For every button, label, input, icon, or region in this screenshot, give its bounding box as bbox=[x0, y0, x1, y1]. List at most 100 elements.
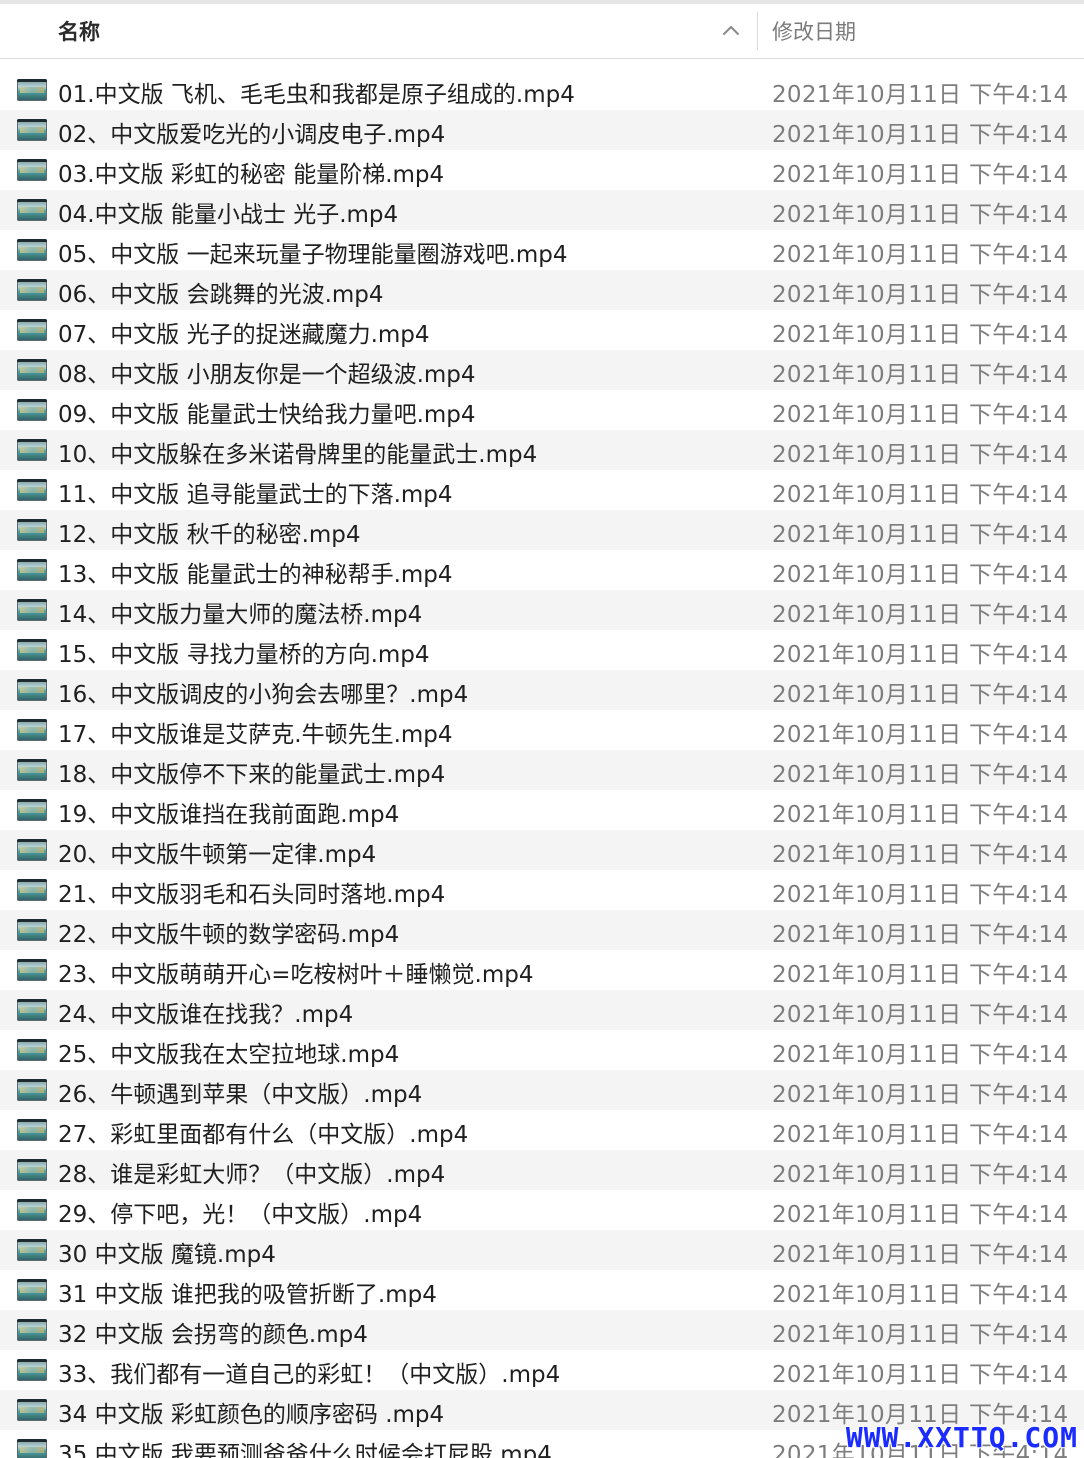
file-name: 28、谁是彩虹大师？（中文版）.mp4 bbox=[58, 1162, 446, 1188]
video-thumbnail-icon bbox=[17, 319, 47, 341]
file-list: 01.中文版 飞机、毛毛虫和我都是原子组成的.mp4 2021年10月11日 下午… bbox=[0, 70, 1084, 1458]
video-thumbnail-icon bbox=[17, 679, 47, 701]
file-row[interactable]: 16、中文版调皮的小狗会去哪里？.mp4 2021年10月11日 下午4:14 bbox=[0, 670, 1084, 710]
file-name: 10、中文版躲在多米诺骨牌里的能量武士.mp4 bbox=[58, 442, 538, 468]
file-name: 07、中文版 光子的捉迷藏魔力.mp4 bbox=[58, 322, 430, 348]
video-thumbnail-icon bbox=[17, 879, 47, 901]
file-date-modified: 2021年10月11日 下午4:14 bbox=[772, 802, 1069, 828]
video-thumbnail-icon bbox=[17, 799, 47, 821]
file-date-modified: 2021年10月11日 下午4:14 bbox=[772, 1362, 1069, 1388]
file-name: 34 中文版 彩虹颜色的顺序密码 .mp4 bbox=[58, 1402, 445, 1428]
video-thumbnail-icon bbox=[17, 639, 47, 661]
file-name: 35 中文版 我要预测爸爸什么时候会打屁股.mp4 bbox=[58, 1442, 552, 1458]
file-row[interactable]: 29、停下吧，光！（中文版）.mp4 2021年10月11日 下午4:14 bbox=[0, 1190, 1084, 1230]
file-name: 31 中文版 谁把我的吸管折断了.mp4 bbox=[58, 1282, 437, 1308]
file-date-modified: 2021年10月11日 下午4:14 bbox=[772, 242, 1069, 268]
video-thumbnail-icon bbox=[17, 1439, 47, 1458]
column-divider[interactable] bbox=[757, 12, 758, 50]
file-row[interactable]: 04.中文版 能量小战士 光子.mp4 2021年10月11日 下午4:14 bbox=[0, 190, 1084, 230]
file-name: 09、中文版 能量武士快给我力量吧.mp4 bbox=[58, 402, 476, 428]
file-row[interactable]: 28、谁是彩虹大师？（中文版）.mp4 2021年10月11日 下午4:14 bbox=[0, 1150, 1084, 1190]
video-thumbnail-icon bbox=[17, 959, 47, 981]
video-thumbnail-icon bbox=[17, 1279, 47, 1301]
file-row[interactable]: 22、中文版牛顿的数学密码.mp4 2021年10月11日 下午4:14 bbox=[0, 910, 1084, 950]
file-name: 05、中文版 一起来玩量子物理能量圈游戏吧.mp4 bbox=[58, 242, 568, 268]
video-thumbnail-icon bbox=[17, 559, 47, 581]
file-row[interactable]: 14、中文版力量大师的魔法桥.mp4 2021年10月11日 下午4:14 bbox=[0, 590, 1084, 630]
video-thumbnail-icon bbox=[17, 519, 47, 541]
file-row[interactable]: 13、中文版 能量武士的神秘帮手.mp4 2021年10月11日 下午4:14 bbox=[0, 550, 1084, 590]
file-date-modified: 2021年10月11日 下午4:14 bbox=[772, 202, 1069, 228]
video-thumbnail-icon bbox=[17, 119, 47, 141]
file-date-modified: 2021年10月11日 下午4:14 bbox=[772, 1322, 1069, 1348]
file-row[interactable]: 20、中文版牛顿第一定律.mp4 2021年10月11日 下午4:14 bbox=[0, 830, 1084, 870]
file-date-modified: 2021年10月11日 下午4:14 bbox=[772, 1122, 1069, 1148]
file-name: 15、中文版 寻找力量桥的方向.mp4 bbox=[58, 642, 430, 668]
file-date-modified: 2021年10月11日 下午4:14 bbox=[772, 322, 1069, 348]
video-thumbnail-icon bbox=[17, 999, 47, 1021]
file-date-modified: 2021年10月11日 下午4:14 bbox=[772, 1042, 1069, 1068]
file-date-modified: 2021年10月11日 下午4:14 bbox=[772, 762, 1069, 788]
file-row[interactable]: 09、中文版 能量武士快给我力量吧.mp4 2021年10月11日 下午4:14 bbox=[0, 390, 1084, 430]
file-row[interactable]: 15、中文版 寻找力量桥的方向.mp4 2021年10月11日 下午4:14 bbox=[0, 630, 1084, 670]
video-thumbnail-icon bbox=[17, 1399, 47, 1421]
file-row[interactable]: 10、中文版躲在多米诺骨牌里的能量武士.mp4 2021年10月11日 下午4:1… bbox=[0, 430, 1084, 470]
video-thumbnail-icon bbox=[17, 79, 47, 101]
video-thumbnail-icon bbox=[17, 159, 47, 181]
file-date-modified: 2021年10月11日 下午4:14 bbox=[772, 402, 1069, 428]
video-thumbnail-icon bbox=[17, 199, 47, 221]
file-name: 08、中文版 小朋友你是一个超级波.mp4 bbox=[58, 362, 476, 388]
file-row[interactable]: 07、中文版 光子的捉迷藏魔力.mp4 2021年10月11日 下午4:14 bbox=[0, 310, 1084, 350]
file-row[interactable]: 12、中文版 秋千的秘密.mp4 2021年10月11日 下午4:14 bbox=[0, 510, 1084, 550]
video-thumbnail-icon bbox=[17, 1239, 47, 1261]
file-row[interactable]: 26、牛顿遇到苹果（中文版）.mp4 2021年10月11日 下午4:14 bbox=[0, 1070, 1084, 1110]
file-row[interactable]: 03.中文版 彩虹的秘密 能量阶梯.mp4 2021年10月11日 下午4:14 bbox=[0, 150, 1084, 190]
video-thumbnail-icon bbox=[17, 1359, 47, 1381]
file-name: 18、中文版停不下来的能量武士.mp4 bbox=[58, 762, 446, 788]
chevron-up-icon[interactable] bbox=[720, 20, 742, 42]
file-row[interactable]: 24、中文版谁在找我？.mp4 2021年10月11日 下午4:14 bbox=[0, 990, 1084, 1030]
file-name: 14、中文版力量大师的魔法桥.mp4 bbox=[58, 602, 423, 628]
file-name: 03.中文版 彩虹的秘密 能量阶梯.mp4 bbox=[58, 162, 445, 188]
file-name: 24、中文版谁在找我？.mp4 bbox=[58, 1002, 354, 1028]
file-row[interactable]: 33、我们都有一道自己的彩虹！（中文版）.mp4 2021年10月11日 下午4:… bbox=[0, 1350, 1084, 1390]
video-thumbnail-icon bbox=[17, 359, 47, 381]
name-column-header[interactable]: 名称 bbox=[58, 16, 100, 46]
file-row[interactable]: 05、中文版 一起来玩量子物理能量圈游戏吧.mp4 2021年10月11日 下午4… bbox=[0, 230, 1084, 270]
file-name: 33、我们都有一道自己的彩虹！（中文版）.mp4 bbox=[58, 1362, 561, 1388]
file-name: 12、中文版 秋千的秘密.mp4 bbox=[58, 522, 361, 548]
date-modified-column-header[interactable]: 修改日期 bbox=[772, 16, 856, 46]
file-row[interactable]: 19、中文版谁挡在我前面跑.mp4 2021年10月11日 下午4:14 bbox=[0, 790, 1084, 830]
file-row[interactable]: 25、中文版我在太空拉地球.mp4 2021年10月11日 下午4:14 bbox=[0, 1030, 1084, 1070]
file-row[interactable]: 32 中文版 会拐弯的颜色.mp4 2021年10月11日 下午4:14 bbox=[0, 1310, 1084, 1350]
file-row[interactable]: 30 中文版 魔镜.mp4 2021年10月11日 下午4:14 bbox=[0, 1230, 1084, 1270]
file-name: 22、中文版牛顿的数学密码.mp4 bbox=[58, 922, 400, 948]
file-date-modified: 2021年10月11日 下午4:14 bbox=[772, 962, 1069, 988]
file-row[interactable]: 23、中文版萌萌开心=吃桉树叶＋睡懒觉.mp4 2021年10月11日 下午4:1… bbox=[0, 950, 1084, 990]
file-date-modified: 2021年10月11日 下午4:14 bbox=[772, 562, 1069, 588]
file-name: 06、中文版 会跳舞的光波.mp4 bbox=[58, 282, 384, 308]
file-date-modified: 2021年10月11日 下午4:14 bbox=[772, 1002, 1069, 1028]
video-thumbnail-icon bbox=[17, 239, 47, 261]
video-thumbnail-icon bbox=[17, 759, 47, 781]
file-date-modified: 2021年10月11日 下午4:14 bbox=[772, 882, 1069, 908]
file-row[interactable]: 02、中文版爱吃光的小调皮电子.mp4 2021年10月11日 下午4:14 bbox=[0, 110, 1084, 150]
file-row[interactable]: 08、中文版 小朋友你是一个超级波.mp4 2021年10月11日 下午4:14 bbox=[0, 350, 1084, 390]
file-row[interactable]: 17、中文版谁是艾萨克.牛顿先生.mp4 2021年10月11日 下午4:14 bbox=[0, 710, 1084, 750]
file-row[interactable]: 27、彩虹里面都有什么（中文版）.mp4 2021年10月11日 下午4:14 bbox=[0, 1110, 1084, 1150]
file-date-modified: 2021年10月11日 下午4:14 bbox=[772, 82, 1069, 108]
file-row[interactable]: 11、中文版 追寻能量武士的下落.mp4 2021年10月11日 下午4:14 bbox=[0, 470, 1084, 510]
file-row[interactable]: 21、中文版羽毛和石头同时落地.mp4 2021年10月11日 下午4:14 bbox=[0, 870, 1084, 910]
file-row[interactable]: 18、中文版停不下来的能量武士.mp4 2021年10月11日 下午4:14 bbox=[0, 750, 1084, 790]
file-row[interactable]: 31 中文版 谁把我的吸管折断了.mp4 2021年10月11日 下午4:14 bbox=[0, 1270, 1084, 1310]
video-thumbnail-icon bbox=[17, 279, 47, 301]
file-name: 20、中文版牛顿第一定律.mp4 bbox=[58, 842, 377, 868]
file-name: 01.中文版 飞机、毛毛虫和我都是原子组成的.mp4 bbox=[58, 82, 575, 108]
file-date-modified: 2021年10月11日 下午4:14 bbox=[772, 602, 1069, 628]
video-thumbnail-icon bbox=[17, 1199, 47, 1221]
file-row[interactable]: 06、中文版 会跳舞的光波.mp4 2021年10月11日 下午4:14 bbox=[0, 270, 1084, 310]
file-row[interactable]: 01.中文版 飞机、毛毛虫和我都是原子组成的.mp4 2021年10月11日 下午… bbox=[0, 70, 1084, 110]
file-date-modified: 2021年10月11日 下午4:14 bbox=[772, 442, 1069, 468]
video-thumbnail-icon bbox=[17, 599, 47, 621]
list-header: 名称 修改日期 bbox=[0, 4, 1084, 59]
